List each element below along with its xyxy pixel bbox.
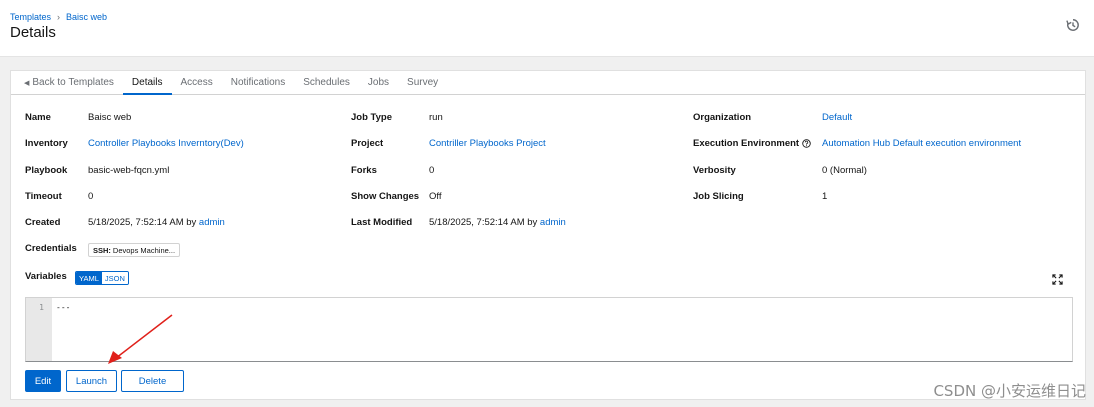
expand-icon[interactable] xyxy=(1052,274,1063,285)
detail-playbook: Playbook xyxy=(25,165,67,176)
editor-gutter: 1 xyxy=(26,298,52,361)
editor-content: --- xyxy=(56,303,71,312)
tab-notifications[interactable]: Notifications xyxy=(222,71,294,94)
breadcrumb-current-link[interactable]: Baisc web xyxy=(66,12,107,22)
detail-label: Verbosity xyxy=(693,165,736,176)
detail-value: 1 xyxy=(822,191,828,202)
detail-verbosity-value: 0 (Normal) xyxy=(822,165,867,176)
detail-playbook-value: basic-web-fqcn.yml xyxy=(88,165,169,176)
detail-label: Playbook xyxy=(25,165,68,176)
detail-label: Last Modified xyxy=(351,217,413,228)
modified-by-user-link[interactable]: admin xyxy=(540,217,566,228)
detail-label: Organization xyxy=(693,112,752,123)
detail-label: Created xyxy=(25,217,61,228)
detail-job-slicing: Job Slicing xyxy=(693,191,744,202)
detail-label: Name xyxy=(25,112,51,123)
detail-label: Credentials xyxy=(25,243,77,254)
line-number: 1 xyxy=(39,303,44,312)
chevron-right-icon: › xyxy=(57,12,61,22)
detail-value: 0 xyxy=(88,191,94,202)
detail-execution-environment: Execution Environment xyxy=(693,138,811,149)
variables-mode-toggle: YAML JSON xyxy=(75,271,129,285)
tab-details[interactable]: Details xyxy=(122,71,172,95)
detail-timeout: Timeout xyxy=(25,191,62,202)
launch-button[interactable]: Launch xyxy=(66,370,117,392)
detail-label: Job Slicing xyxy=(693,191,744,202)
tab-jobs[interactable]: Jobs xyxy=(359,71,398,94)
json-toggle-button[interactable]: JSON xyxy=(101,272,128,284)
breadcrumb-templates-link[interactable]: Templates xyxy=(10,12,51,22)
detail-project-value: Contriller Playbooks Project xyxy=(429,138,546,149)
detail-show-changes: Show Changes xyxy=(351,191,419,202)
help-circle-icon[interactable] xyxy=(802,139,811,148)
detail-value: 0 xyxy=(429,165,435,176)
project-link[interactable]: Contriller Playbooks Project xyxy=(429,138,546,149)
detail-value: 5/18/2025, 7:52:14 AM by xyxy=(88,217,197,228)
organization-link[interactable]: Default xyxy=(822,112,852,123)
detail-label: Variables xyxy=(25,271,67,282)
detail-show-changes-value: Off xyxy=(429,191,442,202)
variables-code-editor[interactable]: 1 --- xyxy=(25,297,1073,362)
detail-forks-value: 0 xyxy=(429,165,434,176)
execution-environment-link[interactable]: Automation Hub Default execution environ… xyxy=(822,138,1021,149)
delete-button[interactable]: Delete xyxy=(121,370,184,392)
detail-project: Project xyxy=(351,138,383,149)
detail-job-type-value: run xyxy=(429,112,443,123)
tab-bar: ◀ Back to Templates Details Access Notif… xyxy=(11,71,1085,95)
detail-organization-value: Default xyxy=(822,112,852,123)
watermark: CSDN @小安运维日记 xyxy=(933,382,1086,400)
detail-value: Baisc web xyxy=(88,112,132,123)
detail-label: Show Changes xyxy=(351,191,420,202)
yaml-toggle-button[interactable]: YAML xyxy=(76,272,102,284)
credential-name: Devops Machine... xyxy=(112,245,176,255)
tab-survey[interactable]: Survey xyxy=(398,71,447,94)
detail-execution-environment-value: Automation Hub Default execution environ… xyxy=(822,138,1021,149)
detail-value: Off xyxy=(429,191,442,202)
tab-schedules[interactable]: Schedules xyxy=(294,71,359,94)
detail-label: Timeout xyxy=(25,191,62,202)
detail-job-type: Job Type xyxy=(351,112,392,123)
inventory-link[interactable]: Controller Playbooks Inverntory(Dev) xyxy=(88,138,244,149)
detail-inventory: Inventory xyxy=(25,138,68,149)
detail-last-modified-value: 5/18/2025, 7:52:14 AM by admin xyxy=(429,217,566,228)
caret-left-icon: ◀ xyxy=(24,79,30,87)
detail-value: 5/18/2025, 7:52:14 AM by xyxy=(429,217,538,228)
edit-button[interactable]: Edit xyxy=(25,370,61,392)
detail-value: basic-web-fqcn.yml xyxy=(88,165,170,176)
details-card: ◀ Back to Templates Details Access Notif… xyxy=(10,70,1086,400)
detail-label: Forks xyxy=(351,165,377,176)
detail-label: Project xyxy=(351,138,384,149)
detail-inventory-value: Controller Playbooks Inverntory(Dev) xyxy=(88,138,244,149)
detail-value: 0 (Normal) xyxy=(822,165,867,176)
detail-label: Inventory xyxy=(25,138,68,149)
credential-type: SSH: xyxy=(93,245,111,255)
detail-credentials: Credentials xyxy=(25,243,77,254)
history-icon[interactable] xyxy=(1066,18,1080,32)
tab-back-label: Back to Templates xyxy=(32,77,114,88)
tab-access[interactable]: Access xyxy=(172,71,222,94)
detail-value: run xyxy=(429,112,443,123)
detail-name: Name xyxy=(25,112,51,123)
detail-last-modified: Last Modified xyxy=(351,217,412,228)
detail-organization: Organization xyxy=(693,112,751,123)
tab-back-to-templates[interactable]: ◀ Back to Templates xyxy=(15,71,123,94)
detail-timeout-value: 0 xyxy=(88,191,93,202)
credential-chip[interactable]: SSH: Devops Machine... xyxy=(88,243,181,257)
detail-created-value: 5/18/2025, 7:52:14 AM by admin xyxy=(88,217,225,228)
detail-forks: Forks xyxy=(351,165,377,176)
detail-label: Execution Environment xyxy=(693,138,800,149)
detail-label: Job Type xyxy=(351,112,392,123)
created-by-user-link[interactable]: admin xyxy=(199,217,225,228)
detail-name-value: Baisc web xyxy=(88,112,131,123)
detail-job-slicing-value: 1 xyxy=(822,191,827,202)
breadcrumb: Templates › Baisc web xyxy=(10,12,107,22)
detail-created: Created xyxy=(25,217,60,228)
page-title: Details xyxy=(10,24,56,41)
page-header: Templates › Baisc web Details xyxy=(0,0,1094,57)
variables-label: Variables xyxy=(25,271,67,282)
detail-verbosity: Verbosity xyxy=(693,165,736,176)
